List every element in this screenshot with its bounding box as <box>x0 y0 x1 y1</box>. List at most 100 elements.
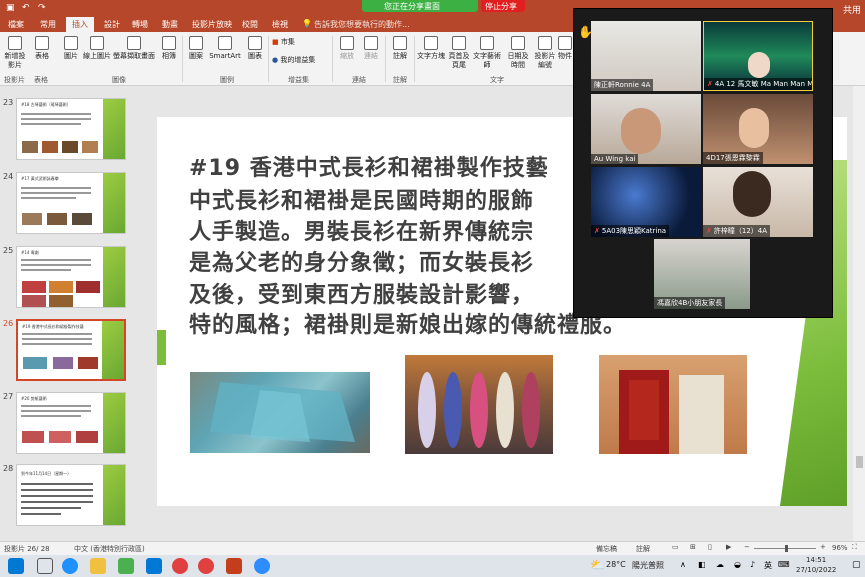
powerpoint-icon[interactable] <box>226 558 242 574</box>
notes-button[interactable]: 備忘稿 <box>596 544 617 554</box>
slide-thumbnail-28[interactable]: 到今年11月14日（星期一） <box>16 464 126 526</box>
tray-app-icon[interactable]: ◧ <box>698 560 706 569</box>
chart-button[interactable]: 圖表 <box>244 36 266 61</box>
online-pictures-button[interactable]: 線上圖片 <box>82 36 112 61</box>
slide-thumbnail-27[interactable]: #20 剪紙藝術 <box>16 392 126 454</box>
volume-icon[interactable]: ♪ <box>750 560 755 569</box>
keyboard-icon[interactable]: ⌨ <box>778 560 790 569</box>
cheongsam-display-photo[interactable] <box>405 355 553 454</box>
slide-body-line[interactable]: 人手製造。男裝長衫在新界傳統宗 <box>189 214 534 246</box>
tab-animations[interactable]: 動畫 <box>162 19 178 30</box>
textbox-button[interactable]: 文字方塊 <box>417 36 445 61</box>
slide-thumbnail-23[interactable]: #18 古琴藝術（瑤琴藝術） <box>16 98 126 160</box>
clock-time[interactable]: 14:51 <box>806 556 826 564</box>
zoom-out-icon[interactable]: − <box>744 543 750 551</box>
comment-button[interactable]: 註解 <box>389 36 411 61</box>
redo-icon[interactable]: ↷ <box>38 3 46 13</box>
search-icon[interactable] <box>37 558 53 574</box>
network-icon[interactable]: ◒ <box>734 560 741 569</box>
slide-thumbnail-26-selected[interactable]: #19 香港中式長衫和裙褂製作技藝 <box>16 319 126 381</box>
tab-slideshow[interactable]: 投影片放映 <box>192 19 232 30</box>
clock-date[interactable]: 27/10/2022 <box>796 566 836 574</box>
slide-body-line[interactable]: 中式長衫和裙褂是民國時期的服飾 <box>189 183 534 215</box>
vertical-scrollbar[interactable] <box>853 86 865 541</box>
participant-tile[interactable]: 馮嘉欣4B小朋友家長 <box>654 239 750 309</box>
participant-tile[interactable]: 陳正軒Ronnie 4A <box>591 21 701 91</box>
tab-design[interactable]: 設計 <box>104 19 120 30</box>
date-time-button[interactable]: 日期及時間 <box>505 36 531 70</box>
zoom-app-icon[interactable] <box>254 558 270 574</box>
smartart-button[interactable]: SmartArt <box>208 36 242 61</box>
zoom-slider-handle[interactable] <box>785 545 788 552</box>
tab-insert[interactable]: 插入 <box>66 17 94 32</box>
tray-chevron-icon[interactable]: ∧ <box>680 560 686 569</box>
language-indicator[interactable]: 中文 (香港特別行政區) <box>74 544 145 554</box>
album-button[interactable]: 相簿 <box>158 36 180 61</box>
scrollbar-thumb[interactable] <box>856 456 863 468</box>
cheongsam-red-photo[interactable] <box>599 355 747 454</box>
zoom-slider[interactable] <box>754 545 816 552</box>
tab-file[interactable]: 檔案 <box>8 19 24 30</box>
participant-tile-active-speaker[interactable]: ✗ 4A 12 馬文敏 Ma Man Man MA <box>703 21 813 91</box>
thumbnail-title: #14 粵劇 <box>21 250 39 255</box>
tab-home[interactable]: 常用 <box>40 19 56 30</box>
online-pictures-label: 線上圖片 <box>83 52 111 60</box>
pictures-button[interactable]: 圖片 <box>60 36 82 61</box>
store-button[interactable]: ■ 市集 <box>272 38 308 47</box>
participant-tile[interactable]: Au Wing kai <box>591 94 701 164</box>
table-button[interactable]: 表格 <box>32 36 52 61</box>
reading-view-icon[interactable]: ▯ <box>708 543 712 551</box>
share-label[interactable]: 共用 <box>843 3 861 16</box>
thumbnail-photo <box>22 281 46 293</box>
header-footer-button[interactable]: 頁首及頁尾 <box>446 36 472 70</box>
zoom-in-icon[interactable]: + <box>820 543 826 551</box>
slide-thumbnail-25[interactable]: #14 粵劇 <box>16 246 126 308</box>
tab-view[interactable]: 檢視 <box>272 19 288 30</box>
notification-icon[interactable]: ▢ <box>852 560 861 570</box>
chrome-icon[interactable] <box>172 558 188 574</box>
windows-start-icon[interactable] <box>8 558 24 574</box>
cheongsam-photo-blue[interactable] <box>190 372 370 453</box>
store-app-icon[interactable] <box>118 558 134 574</box>
participant-tile[interactable]: ✗ 5A03陳思穎Katrina <box>591 167 701 237</box>
fit-slide-icon[interactable]: ⛶ <box>852 543 857 552</box>
shapes-button[interactable]: 圖案 <box>185 36 207 61</box>
chrome-profile-icon[interactable] <box>198 558 214 574</box>
participant-avatar <box>748 52 770 78</box>
screenshot-button[interactable]: 螢幕擷取畫面 <box>112 36 156 61</box>
participant-tile[interactable]: ✗ 許梓瞳（12）4A <box>703 167 813 237</box>
new-slide-button[interactable]: 新增投影片 <box>2 36 28 70</box>
participant-tile[interactable]: 4D17張恩霖黎霖 <box>703 94 813 164</box>
file-explorer-icon[interactable] <box>90 558 106 574</box>
ime-indicator[interactable]: 英 <box>764 560 772 571</box>
divider <box>182 36 183 82</box>
tab-transitions[interactable]: 轉場 <box>132 19 148 30</box>
comments-button[interactable]: 註解 <box>636 544 650 554</box>
tell-me-search[interactable]: 告訴我您想要執行的動作... <box>314 19 410 30</box>
stop-share-button[interactable]: 停止分享 <box>481 0 525 12</box>
zoom-level[interactable]: 96% <box>832 544 848 552</box>
tab-review[interactable]: 校閱 <box>242 19 258 30</box>
slide-body-line[interactable]: 及後，受到東西方服裝設計影響， <box>189 277 534 309</box>
object-button[interactable]: 物件 <box>558 36 572 61</box>
slide-title-line[interactable]: #19 香港中式長衫和裙褂製作技藝 <box>189 150 549 182</box>
wordart-button[interactable]: 文字藝術師 <box>472 36 502 70</box>
normal-view-icon[interactable]: ▭ <box>672 543 679 551</box>
zoom-button[interactable]: 縮放 <box>335 36 359 61</box>
onedrive-icon[interactable]: ☁ <box>716 560 724 569</box>
slideshow-icon[interactable]: ▶ <box>726 543 731 551</box>
slide-body-line[interactable]: 特的風格；裙褂則是新娘出嫁的傳統禮服。 <box>189 307 626 339</box>
slide-thumbnail-24[interactable]: #17 黃式武術詠春拳 <box>16 172 126 234</box>
slide-body-line[interactable]: 是為父老的身分象徵；而女裝長衫 <box>189 245 534 277</box>
edge-icon[interactable] <box>62 558 78 574</box>
link-button[interactable]: 連結 <box>360 36 382 61</box>
undo-icon[interactable]: ↶ <box>22 3 30 13</box>
slide-sorter-icon[interactable]: ⊞ <box>690 543 696 551</box>
group-links: 連結 <box>352 76 366 84</box>
my-addins-button[interactable]: ● 我的增益集 <box>272 56 322 65</box>
mail-icon[interactable] <box>146 558 162 574</box>
slide-number-button[interactable]: 投影片編號 <box>532 36 558 70</box>
thumbnail-text-line <box>21 410 91 412</box>
thumbnail-decoration <box>103 99 125 159</box>
save-icon[interactable]: ▣ <box>6 3 15 13</box>
